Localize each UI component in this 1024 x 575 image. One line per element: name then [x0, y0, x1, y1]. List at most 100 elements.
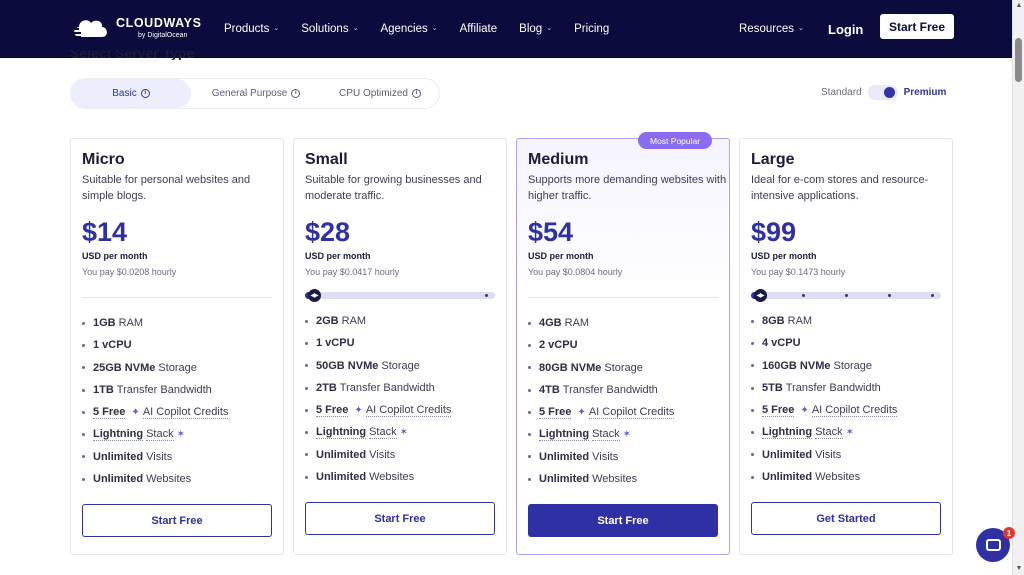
- info-icon[interactable]: i: [140, 89, 150, 98]
- plan-size-slider[interactable]: ◀▶: [751, 289, 941, 302]
- slider-step-dot[interactable]: [844, 294, 848, 297]
- start-free-button-micro[interactable]: Start Free: [82, 504, 272, 537]
- nav-pricing[interactable]: Pricing: [574, 23, 609, 35]
- page-scrollbar[interactable]: ▲ ▼: [1012, 0, 1024, 575]
- scroll-down-icon[interactable]: ▼: [1015, 565, 1023, 573]
- feature-storage: 160GB NVMe Storage: [751, 355, 897, 377]
- feature-ram: 4GB RAM: [528, 312, 674, 334]
- feature-cpu: 2 vCPU: [528, 334, 674, 356]
- get-started-button-large[interactable]: Get Started: [751, 502, 941, 535]
- feature-cpu: 1 vCPU: [305, 332, 451, 354]
- plan-period: USD per month: [528, 251, 594, 261]
- slider-step-dot[interactable]: [887, 294, 891, 297]
- feature-stack[interactable]: Lightning Stack ✶: [305, 421, 451, 443]
- plan-hourly: You pay $0.1473 hourly: [751, 267, 846, 277]
- most-popular-badge: Most Popular: [638, 132, 713, 149]
- lightning-sparkle-icon: ✶: [176, 429, 185, 441]
- plan-name: Micro: [82, 151, 125, 168]
- nav-resources[interactable]: Resources ⌄: [739, 0, 804, 58]
- tab-cpu-optimized[interactable]: CPU Optimized i: [321, 79, 439, 108]
- feature-list: 8GB RAM 4 vCPU 160GB NVMe Storage 5TB Trans…: [751, 310, 898, 488]
- plan-card-large: Large Ideal for e-com stores and resourc…: [739, 138, 953, 555]
- nav-pricing-label: Pricing: [574, 23, 610, 35]
- sparkle-icon: ✦: [131, 406, 140, 418]
- feature-ai-credits[interactable]: 5 Free ✦ AI Copilot Credits: [528, 401, 675, 423]
- lightning-sparkle-icon: ✶: [399, 427, 408, 439]
- plan-period: USD per month: [305, 251, 371, 261]
- scroll-thumb[interactable]: [1015, 38, 1022, 82]
- feature-websites: Unlimited Websites: [305, 466, 451, 488]
- feature-visits: Unlimited Visits: [82, 446, 228, 468]
- slider-step-dot[interactable]: [484, 294, 488, 297]
- feature-list: 4GB RAM 2 vCPU 80GB NVMe Storage 4TB Transf…: [528, 312, 675, 490]
- tier-toggle-switch[interactable]: [867, 85, 898, 100]
- tab-general-purpose[interactable]: General Purpose i: [191, 79, 321, 108]
- toggle-premium-label[interactable]: Premium: [904, 87, 947, 98]
- plan-size-slider[interactable]: ◀▶: [305, 289, 495, 302]
- info-icon[interactable]: i: [411, 89, 421, 98]
- lightning-sparkle-icon: ✶: [845, 427, 854, 439]
- nav-agencies[interactable]: Agencies ⌄: [380, 23, 437, 35]
- start-free-button-medium[interactable]: Start Free: [528, 504, 718, 537]
- start-free-nav-button[interactable]: Start Free: [880, 14, 954, 39]
- feature-ai-credits[interactable]: 5 Free ✦ AI Copilot Credits: [751, 399, 898, 421]
- nav-solutions[interactable]: Solutions ⌄: [301, 23, 358, 35]
- plan-period: USD per month: [82, 251, 148, 261]
- slider-handle-icon[interactable]: ◀▶: [753, 289, 767, 302]
- nav-affiliate-label: Affiliate: [459, 23, 498, 35]
- nav-blog-label: Blog: [519, 23, 543, 35]
- feature-visits: Unlimited Visits: [751, 444, 897, 466]
- brand-name: CLOUDWAYS: [116, 16, 202, 31]
- toggle-knob: [883, 87, 895, 98]
- plan-price: $28: [305, 217, 351, 247]
- slider-step-dot[interactable]: [930, 294, 934, 297]
- feature-ai-credits[interactable]: 5 Free ✦ AI Copilot Credits: [82, 401, 229, 423]
- plan-card-micro: Micro Suitable for personal websites and…: [70, 138, 284, 555]
- feature-list: 2GB RAM 1 vCPU 50GB NVMe Storage 2TB Transf…: [305, 310, 452, 488]
- feature-websites: Unlimited Websites: [528, 468, 674, 490]
- feature-storage: 50GB NVMe Storage: [305, 355, 451, 377]
- tab-basic[interactable]: Basic i: [71, 79, 191, 108]
- plan-price: $54: [528, 217, 574, 247]
- nav-solutions-label: Solutions: [301, 23, 349, 35]
- plan-period: USD per month: [751, 251, 817, 261]
- feature-storage: 80GB NVMe Storage: [528, 357, 674, 379]
- start-free-button-small[interactable]: Start Free: [305, 502, 495, 535]
- nav-affiliate[interactable]: Affiliate: [460, 23, 498, 35]
- sparkle-icon: ✦: [577, 406, 586, 418]
- feature-websites: Unlimited Websites: [751, 466, 897, 488]
- chevron-down-icon: ⌄: [273, 25, 280, 32]
- chevron-down-icon: ⌄: [797, 25, 804, 32]
- slider-handle-icon[interactable]: ◀▶: [307, 289, 321, 302]
- feature-storage: 25GB NVMe Storage: [82, 357, 228, 379]
- feature-stack[interactable]: Lightning Stack ✶: [751, 421, 897, 443]
- feature-ai-credits[interactable]: 5 Free ✦ AI Copilot Credits: [305, 399, 452, 421]
- nav-blog[interactable]: Blog ⌄: [519, 23, 552, 35]
- plan-description: Suitable for growing businesses and mode…: [305, 174, 482, 202]
- plan-price: $99: [751, 217, 797, 247]
- plan-tier-toggle: Standard Premium: [821, 85, 946, 100]
- chat-icon: [985, 539, 1001, 551]
- plan-hourly: You pay $0.0208 hourly: [82, 267, 177, 277]
- login-link[interactable]: Login: [828, 0, 863, 58]
- slider-step-dot[interactable]: [801, 294, 805, 297]
- feature-bandwidth: 2TB Transfer Bandwidth: [305, 377, 451, 399]
- toggle-standard-label[interactable]: Standard: [821, 87, 862, 98]
- chevron-down-icon: ⌄: [431, 25, 438, 32]
- chevron-down-icon: ⌄: [352, 25, 359, 32]
- nav-products[interactable]: Products ⌄: [224, 23, 279, 35]
- plan-description: Suitable for personal websites and simpl…: [82, 174, 251, 202]
- feature-bandwidth: 5TB Transfer Bandwidth: [751, 377, 897, 399]
- nav-agencies-label: Agencies: [380, 23, 428, 35]
- nav-products-label: Products: [224, 23, 270, 35]
- cloudways-logo[interactable]: CLOUDWAYS by DigitalOcean: [70, 15, 202, 41]
- feature-stack[interactable]: Lightning Stack ✶: [528, 423, 674, 445]
- scroll-up-icon[interactable]: ▲: [1015, 2, 1023, 10]
- plan-description: Supports more demanding websites with hi…: [528, 174, 727, 202]
- feature-stack[interactable]: Lightning Stack ✶: [82, 423, 228, 445]
- server-type-tabs: Basic i General Purpose i CPU Optimized …: [70, 78, 440, 109]
- feature-bandwidth: 1TB Transfer Bandwidth: [82, 379, 228, 401]
- brand-sub: by DigitalOcean: [138, 31, 188, 39]
- info-icon[interactable]: i: [291, 89, 301, 98]
- feature-websites: Unlimited Websites: [82, 468, 228, 490]
